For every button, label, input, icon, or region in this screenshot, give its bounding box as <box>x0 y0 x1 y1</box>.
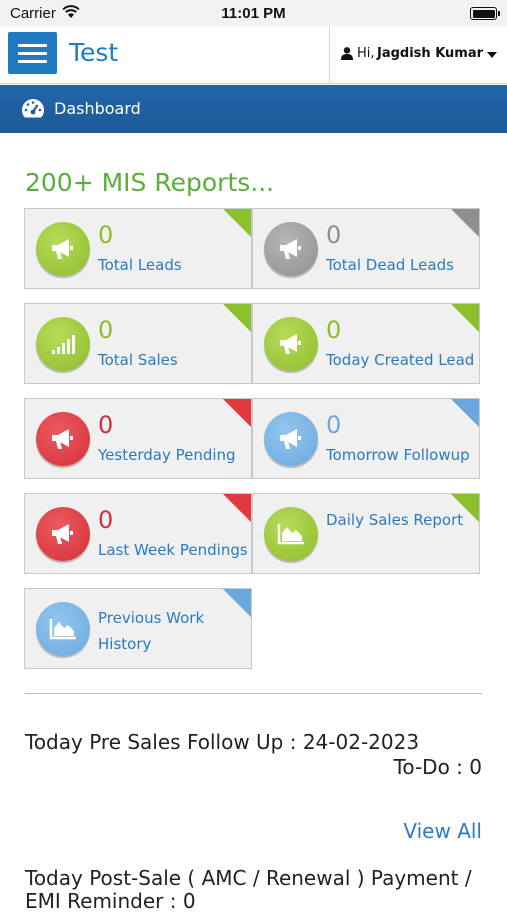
area-chart-icon <box>264 507 318 561</box>
dashboard-nav-bar[interactable]: Dashboard <box>0 85 507 133</box>
card-tomorrow-followup[interactable]: 0 Tomorrow Followup <box>252 398 480 479</box>
card-count: 0 <box>98 411 114 439</box>
card-label: Total Leads <box>98 256 182 274</box>
greeting-label: Hi, <box>357 46 375 61</box>
dashboard-label: Dashboard <box>54 99 141 118</box>
card-label: Total Dead Leads <box>326 256 454 274</box>
megaphone-icon <box>264 412 318 466</box>
user-icon <box>341 47 353 60</box>
megaphone-icon <box>264 222 318 276</box>
megaphone-icon <box>36 412 90 466</box>
card-count: 0 <box>98 506 114 534</box>
card-today-created-lead[interactable]: 0 Today Created Lead <box>252 303 480 384</box>
card-label: Previous Work History <box>98 605 204 657</box>
megaphone-icon <box>36 222 90 276</box>
card-count: 0 <box>98 221 114 249</box>
view-all-link[interactable]: View All <box>403 819 482 843</box>
megaphone-icon <box>36 507 90 561</box>
card-label-line: Previous Work <box>98 609 205 627</box>
card-count: 0 <box>326 411 342 439</box>
menu-line <box>18 52 47 55</box>
megaphone-icon <box>264 317 318 371</box>
app-header: Test Hi, Jagdish Kumar <box>0 26 507 84</box>
app-title: Test <box>69 38 119 67</box>
corner-ribbon <box>222 494 251 523</box>
card-total-sales[interactable]: 0 Total Sales <box>24 303 252 384</box>
card-count: 0 <box>326 221 342 249</box>
menu-line <box>18 60 47 63</box>
corner-ribbon <box>450 399 479 428</box>
todo-count: To-Do : 0 <box>393 755 482 779</box>
corner-ribbon <box>222 304 251 333</box>
card-label: Last Week Pendings <box>98 541 248 559</box>
area-chart-icon <box>36 602 90 656</box>
menu-line <box>18 44 47 47</box>
caret-down-icon <box>487 52 497 58</box>
card-label-line: History <box>98 635 152 653</box>
section-divider <box>25 693 482 694</box>
corner-ribbon <box>222 589 251 618</box>
card-label: Total Sales <box>98 351 178 369</box>
clock: 11:01 PM <box>221 5 286 22</box>
card-yesterday-pending[interactable]: 0 Yesterday Pending <box>24 398 252 479</box>
signal-bars-icon <box>36 317 90 371</box>
hamburger-menu-button[interactable] <box>8 32 57 74</box>
dashboard-gauge-icon <box>22 99 44 118</box>
card-label: Daily Sales Report <box>326 511 464 529</box>
card-daily-sales-report[interactable]: Daily Sales Report <box>252 493 480 574</box>
card-label: Yesterday Pending <box>98 446 236 464</box>
card-last-week-pendings[interactable]: 0 Last Week Pendings <box>24 493 252 574</box>
card-total-leads[interactable]: 0 Total Leads <box>24 208 252 289</box>
corner-ribbon <box>222 209 251 238</box>
corner-ribbon <box>222 399 251 428</box>
battery-icon <box>470 7 500 20</box>
card-previous-work-history[interactable]: Previous Work History <box>24 588 252 669</box>
status-bar: Carrier 11:01 PM <box>0 0 507 26</box>
card-total-dead-leads[interactable]: 0 Total Dead Leads <box>252 208 480 289</box>
user-name: Jagdish Kumar <box>377 46 484 61</box>
pre-sales-followup-title: Today Pre Sales Follow Up : 24-02-2023 <box>25 730 420 754</box>
card-label: Today Created Lead <box>326 351 475 369</box>
card-count: 0 <box>326 316 342 344</box>
card-count: 0 <box>98 316 114 344</box>
user-menu-dropdown[interactable]: Hi, Jagdish Kumar <box>329 26 507 83</box>
card-label: Tomorrow Followup <box>326 446 470 464</box>
post-sale-reminder-title: Today Post-Sale ( AMC / Renewal ) Paymen… <box>25 866 472 913</box>
mis-reports-heading: 200+ MIS Reports... <box>25 168 275 197</box>
corner-ribbon <box>450 209 479 238</box>
corner-ribbon <box>450 304 479 333</box>
